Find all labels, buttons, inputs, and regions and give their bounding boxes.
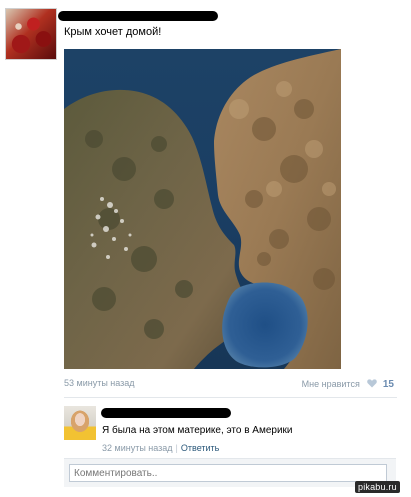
- author-name-redacted: [58, 11, 218, 21]
- divider: [64, 397, 397, 398]
- like-label: Мне нравится: [301, 379, 360, 389]
- satellite-image: [64, 49, 341, 369]
- watermark: pikabu.ru: [355, 481, 400, 493]
- author-avatar[interactable]: [5, 8, 57, 60]
- comment-box: [64, 458, 396, 487]
- post-time[interactable]: 53 минуты назад: [64, 378, 135, 388]
- comment-text: Я была на этом материке, это в Америки: [102, 425, 293, 436]
- post: Крым хочет домой! 53 минуты назад Мне нр…: [0, 0, 411, 497]
- like-count: 15: [382, 379, 394, 390]
- post-photo[interactable]: [64, 49, 341, 369]
- comment-time[interactable]: 32 минуты назад: [102, 443, 173, 453]
- commenter-avatar[interactable]: [64, 406, 96, 440]
- post-text: Крым хочет домой!: [64, 26, 162, 38]
- reply-link[interactable]: Ответить: [181, 443, 219, 453]
- comment-separator: |: [175, 443, 178, 453]
- heart-icon: [367, 379, 378, 388]
- post-meta: 53 минуты назад Мне нравится 15: [64, 378, 394, 392]
- comment-input[interactable]: [69, 464, 387, 482]
- comment-meta: 32 минуты назад | Ответить: [102, 443, 219, 453]
- commenter-name-redacted: [101, 408, 231, 418]
- like-button[interactable]: Мне нравится 15: [302, 378, 394, 390]
